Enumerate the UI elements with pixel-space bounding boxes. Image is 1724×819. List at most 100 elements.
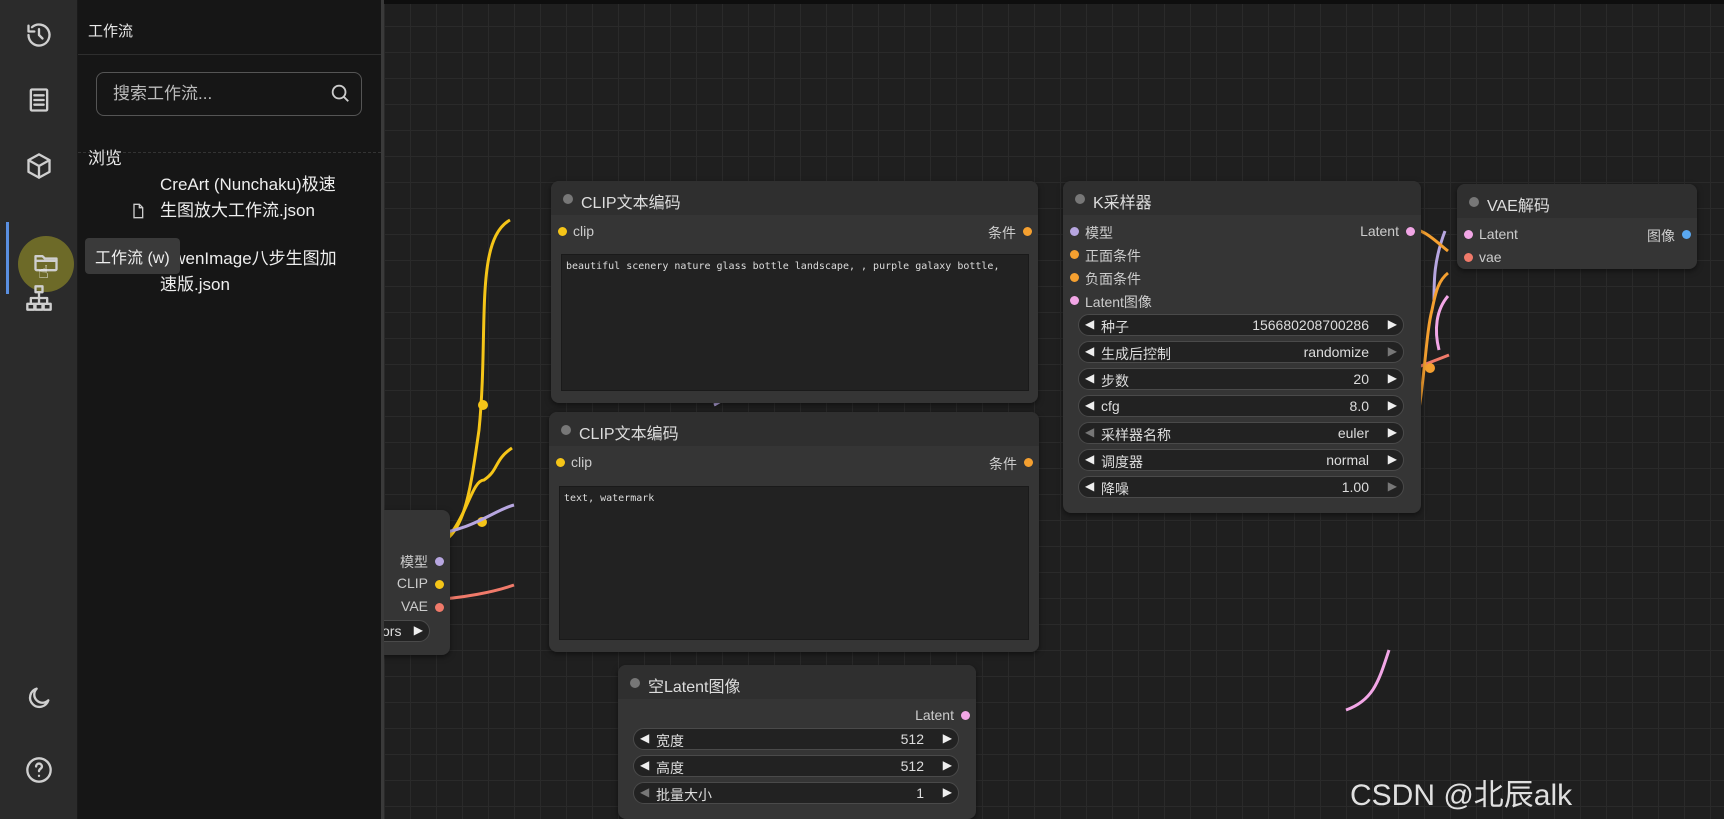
output-port-conditioning[interactable]: [1024, 458, 1033, 467]
scheduler-widget[interactable]: ◀ 调度器 normal ▶: [1078, 449, 1404, 471]
search-box: [96, 72, 362, 116]
arrow-left-icon[interactable]: ◀: [1085, 371, 1094, 385]
port-label-conditioning: 条件: [989, 456, 1017, 472]
arrow-left-icon[interactable]: ◀: [1085, 452, 1094, 466]
width-widget[interactable]: ◀ 宽度 512 ▶: [633, 728, 959, 750]
cfg-widget[interactable]: ◀ cfg 8.0 ▶: [1078, 395, 1404, 417]
port-label-vae: VAE: [401, 598, 428, 614]
history-button[interactable]: [14, 12, 64, 62]
widget-label: 种子: [1101, 319, 1129, 335]
clip-text-encode-negative-node[interactable]: CLIP文本编码 clip 条件 text, watermark: [549, 412, 1039, 652]
arrow-right-icon[interactable]: ▶: [414, 623, 423, 637]
node-title: VAE解码: [1487, 198, 1550, 215]
arrow-right-icon[interactable]: ▶: [1388, 425, 1397, 439]
widget-label: 降噪: [1101, 481, 1129, 497]
port-label-latent-out: Latent: [1360, 223, 1399, 239]
checkpoint-loader-node[interactable]: 模型 CLIP VAE sors ▶: [384, 510, 450, 655]
denoise-widget[interactable]: ◀ 降噪 1.00 ▶: [1078, 476, 1404, 498]
model-library-icon: [25, 152, 53, 185]
input-port-latent[interactable]: [1464, 230, 1473, 239]
ckpt-widget[interactable]: sors ▶: [384, 620, 430, 642]
batch-size-widget[interactable]: ◀ 批量大小 1 ▶: [633, 782, 959, 804]
arrow-left-icon[interactable]: ◀: [1085, 398, 1094, 412]
help-icon: [25, 756, 53, 789]
output-port-model[interactable]: [435, 557, 444, 566]
input-port-clip[interactable]: [556, 458, 565, 467]
arrow-right-icon[interactable]: ▶: [943, 785, 952, 799]
input-port-model[interactable]: [1070, 227, 1079, 236]
graph-canvas[interactable]: 模型 CLIP VAE sors ▶ CLIP文本编码 clip 条件 beau…: [384, 0, 1724, 819]
panel-divider: [78, 54, 381, 55]
empty-latent-image-node[interactable]: 空Latent图像 Latent ◀ 宽度 512 ▶ ◀ 高度 512 ▶ ◀…: [618, 665, 976, 819]
node-collapse-dot[interactable]: [630, 678, 640, 688]
steps-widget[interactable]: ◀ 步数 20 ▶: [1078, 368, 1404, 390]
wires-layer: [428, 218, 1450, 712]
arrow-right-icon[interactable]: ▶: [943, 758, 952, 772]
input-port-positive[interactable]: [1070, 250, 1079, 259]
clip-text-encode-positive-node[interactable]: CLIP文本编码 clip 条件 beautiful scenery natur…: [551, 181, 1038, 403]
arrow-right-icon[interactable]: ▶: [1388, 317, 1397, 331]
arrow-right-icon[interactable]: ▶: [1388, 452, 1397, 466]
browse-label: 浏览: [88, 149, 122, 168]
node-collapse-dot[interactable]: [563, 194, 573, 204]
output-port-latent[interactable]: [961, 711, 970, 720]
arrow-left-icon[interactable]: ◀: [1085, 425, 1094, 439]
node-library-button[interactable]: [14, 275, 64, 325]
control-after-generate-widget[interactable]: ◀ 生成后控制 randomize ▶: [1078, 341, 1404, 363]
output-port-vae[interactable]: [435, 603, 444, 612]
arrow-left-icon[interactable]: ◀: [1085, 479, 1094, 493]
history-icon: [25, 21, 53, 54]
node-title: 空Latent图像: [648, 679, 741, 696]
output-port-clip[interactable]: [435, 580, 444, 589]
widget-label: 步数: [1101, 373, 1129, 389]
queue-button[interactable]: [14, 77, 64, 127]
arrow-right-icon[interactable]: ▶: [943, 731, 952, 745]
wire-reroute-dot: [478, 400, 488, 410]
output-port-latent[interactable]: [1406, 227, 1415, 236]
latent-wire: [1434, 295, 1450, 351]
model-library-button[interactable]: [14, 143, 64, 193]
theme-toggle-button[interactable]: [14, 675, 64, 725]
port-label-latent: Latent: [915, 707, 954, 723]
node-header[interactable]: CLIP文本编码: [551, 181, 1038, 215]
panel-title: 工作流: [88, 23, 134, 40]
sampler-name-widget[interactable]: ◀ 采样器名称 euler ▶: [1078, 422, 1404, 444]
node-header[interactable]: VAE解码: [1457, 184, 1697, 218]
node-header[interactable]: K采样器: [1063, 181, 1421, 215]
widget-value: 20: [1353, 371, 1369, 387]
input-port-negative[interactable]: [1070, 273, 1079, 282]
search-input[interactable]: [111, 73, 315, 115]
arrow-right-icon[interactable]: ▶: [1388, 344, 1397, 358]
node-header[interactable]: CLIP文本编码: [549, 412, 1039, 446]
help-button[interactable]: [14, 747, 64, 797]
widget-value: 1.00: [1341, 479, 1369, 495]
arrow-right-icon[interactable]: ▶: [1388, 398, 1397, 412]
prompt-textarea[interactable]: beautiful scenery nature glass bottle la…: [561, 254, 1029, 391]
input-port-vae[interactable]: [1464, 253, 1473, 262]
arrow-left-icon[interactable]: ◀: [640, 785, 649, 799]
node-collapse-dot[interactable]: [1075, 194, 1085, 204]
widget-label: 调度器: [1101, 454, 1143, 470]
seed-widget[interactable]: ◀ 种子 156680208700286 ▶: [1078, 314, 1404, 336]
arrow-right-icon[interactable]: ▶: [1388, 371, 1397, 385]
port-label-vae: vae: [1479, 249, 1502, 265]
output-port-image[interactable]: [1682, 230, 1691, 239]
search-icon[interactable]: [329, 82, 351, 109]
arrow-left-icon[interactable]: ◀: [1085, 344, 1094, 358]
output-port-conditioning[interactable]: [1023, 227, 1032, 236]
input-port-clip[interactable]: [558, 227, 567, 236]
ksampler-node[interactable]: K采样器 模型 正面条件 负面条件 Latent图像 Latent ◀ 种子 1…: [1063, 181, 1421, 513]
widget-label: 宽度: [656, 733, 684, 749]
port-label-image: 图像: [1647, 228, 1675, 244]
prompt-textarea[interactable]: text, watermark: [559, 486, 1029, 640]
vae-decode-node[interactable]: VAE解码 Latent vae 图像: [1457, 184, 1697, 269]
node-collapse-dot[interactable]: [1469, 197, 1479, 207]
input-port-latent[interactable]: [1070, 296, 1079, 305]
arrow-left-icon[interactable]: ◀: [640, 731, 649, 745]
arrow-right-icon[interactable]: ▶: [1388, 479, 1397, 493]
node-header[interactable]: 空Latent图像: [618, 665, 976, 699]
arrow-left-icon[interactable]: ◀: [1085, 317, 1094, 331]
height-widget[interactable]: ◀ 高度 512 ▶: [633, 755, 959, 777]
arrow-left-icon[interactable]: ◀: [640, 758, 649, 772]
node-collapse-dot[interactable]: [561, 425, 571, 435]
